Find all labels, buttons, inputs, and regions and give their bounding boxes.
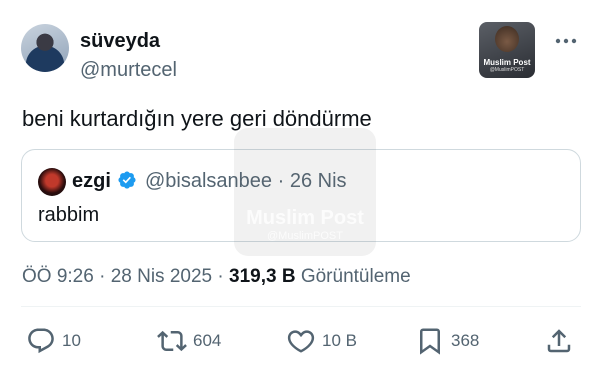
reply-icon (28, 328, 54, 354)
like-count: 10 B (322, 331, 357, 350)
quoted-tweet-text: rabbim (38, 204, 100, 226)
verified-badge-icon (118, 171, 136, 189)
author-avatar[interactable] (21, 24, 69, 72)
quoted-author-name[interactable]: ezgi (72, 170, 111, 193)
like-button[interactable]: 10 B (286, 326, 357, 356)
more-options-button[interactable] (553, 28, 579, 54)
tweet-text: beni kurtardığın yere geri döndürme (22, 106, 372, 131)
bookmark-count: 368 (451, 331, 480, 350)
retweet-button[interactable]: 604 (157, 326, 221, 356)
author-name[interactable]: süveyda (80, 30, 160, 53)
badge-title: Muslim Post (483, 58, 531, 67)
reply-count: 10 (62, 331, 81, 350)
heart-icon (287, 330, 315, 353)
bookmark-icon (420, 328, 440, 355)
author-handle[interactable]: @murtecel (80, 59, 177, 82)
quoted-author-handle-date: @bisalsanbee · 26 Nis (145, 170, 347, 192)
reply-button[interactable]: 10 (26, 326, 81, 356)
retweet-icon (157, 330, 187, 352)
badge-subtitle: @MuslimPOST (489, 67, 525, 73)
badge-portrait (495, 26, 519, 52)
share-button[interactable] (544, 326, 574, 356)
quoted-author-avatar[interactable] (38, 168, 66, 196)
share-icon (547, 329, 571, 353)
tweet-meta: ÖÖ 9:26 · 28 Nis 2025 · 319,3 B Görüntül… (22, 266, 411, 288)
muslim-post-badge: Muslim Post @MuslimPOST (479, 22, 535, 78)
retweet-count: 604 (193, 331, 222, 350)
tweet-timestamp[interactable]: ÖÖ 9:26 · 28 Nis 2025 · (22, 266, 229, 287)
quoted-tweet-card[interactable]: ezgi @bisalsanbee · 26 Nis rabbim (21, 149, 581, 242)
more-dots-icon (555, 38, 577, 44)
divider (21, 306, 581, 307)
views-label: Görüntüleme (295, 266, 411, 287)
bookmark-button[interactable]: 368 (415, 326, 479, 356)
views-count: 319,3 B (229, 266, 296, 287)
